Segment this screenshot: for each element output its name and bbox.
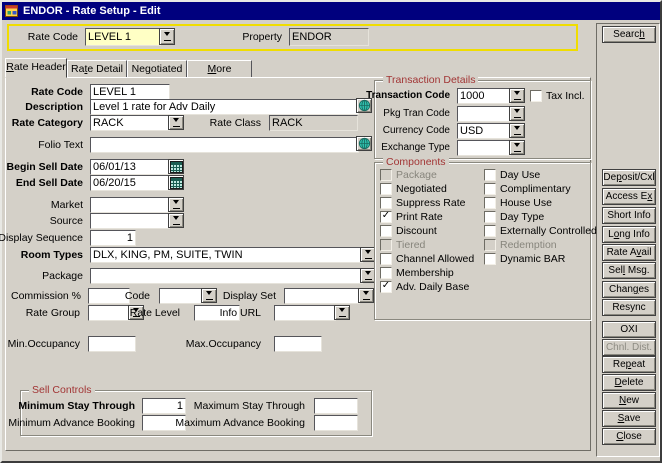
- resync-button[interactable]: Resync: [602, 299, 656, 316]
- sell-msg-button[interactable]: Sell Msg.: [602, 262, 656, 279]
- short-info-button[interactable]: Short Info: [602, 207, 656, 224]
- chnl-dist-button[interactable]: Chnl. Dist.: [602, 339, 656, 356]
- tab-rate-header[interactable]: Rate Header: [5, 58, 67, 78]
- new-button[interactable]: New: [602, 392, 656, 409]
- long-info-button[interactable]: Long Info: [602, 226, 656, 243]
- oxi-button[interactable]: OXI: [602, 321, 656, 338]
- repeat-button[interactable]: Repeat: [602, 356, 656, 373]
- deposit-cxl-button[interactable]: Deposit/Cxl: [602, 169, 656, 186]
- close-button[interactable]: Close: [602, 428, 656, 445]
- sidebar-buttons: Search Deposit/Cxl Access Ex Short Info …: [2, 2, 660, 461]
- rate-setup-window: ENDOR - Rate Setup - Edit Rate Code LEVE…: [0, 0, 662, 463]
- save-button[interactable]: Save: [602, 410, 656, 427]
- delete-button[interactable]: Delete: [602, 374, 656, 391]
- changes-button[interactable]: Changes: [602, 281, 656, 298]
- search-button[interactable]: Search: [602, 26, 656, 43]
- access-ex-button[interactable]: Access Ex: [602, 188, 656, 205]
- rate-avail-button[interactable]: Rate Avail: [602, 244, 656, 261]
